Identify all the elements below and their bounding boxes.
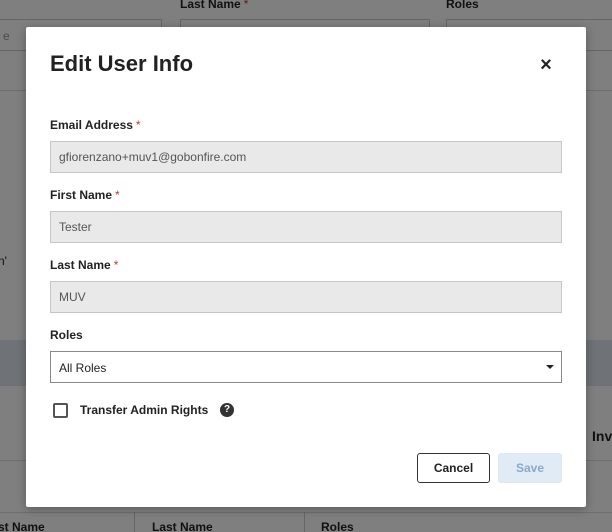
first-name-label: First Name * xyxy=(50,188,120,202)
last-name-label: Last Name * xyxy=(50,258,118,272)
transfer-admin-label[interactable]: Transfer Admin Rights xyxy=(80,403,208,417)
last-name-label-text: Last Name xyxy=(50,258,111,272)
cancel-button[interactable]: Cancel xyxy=(417,453,490,483)
roles-selected-value: All Roles xyxy=(59,361,107,375)
help-circle-icon[interactable]: ? xyxy=(220,403,234,417)
last-name-field[interactable] xyxy=(50,281,562,313)
chevron-down-icon xyxy=(546,365,554,369)
email-field[interactable] xyxy=(50,141,562,173)
first-name-label-text: First Name xyxy=(50,188,113,202)
required-marker: * xyxy=(135,118,141,132)
modal-title: Edit User Info xyxy=(50,51,194,76)
edit-user-modal: Edit User Info × Email Address* First Na… xyxy=(26,27,586,507)
first-name-field[interactable] xyxy=(50,211,562,243)
email-label-text: Email Address xyxy=(50,118,133,132)
required-marker: * xyxy=(115,188,120,202)
roles-label: Roles xyxy=(50,328,83,342)
close-icon[interactable]: × xyxy=(536,55,556,75)
save-button[interactable]: Save xyxy=(498,453,562,483)
transfer-admin-checkbox[interactable] xyxy=(53,403,68,418)
roles-select[interactable]: All Roles xyxy=(50,351,562,383)
email-label: Email Address * xyxy=(50,118,141,132)
required-marker: * xyxy=(113,258,119,272)
